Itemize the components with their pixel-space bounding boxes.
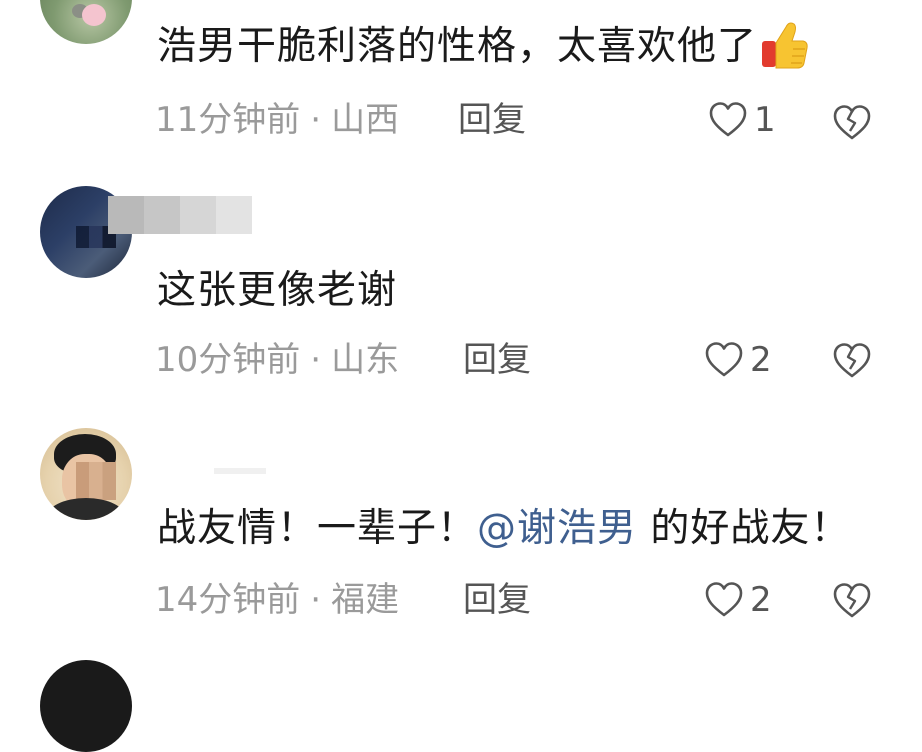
comment-text-content: 浩男干脆利落的性格，太喜欢他了: [157, 24, 758, 69]
meta-separator: ·: [310, 340, 322, 380]
comment-text-content: 的好战友！: [637, 506, 851, 551]
comment-text-content: 战友情！一辈子！: [157, 506, 478, 551]
broken-heart-icon[interactable]: [830, 578, 874, 622]
avatar[interactable]: [40, 0, 132, 44]
avatar[interactable]: [40, 660, 132, 752]
heart-icon: [705, 582, 743, 617]
comment-location: 山西: [331, 100, 400, 140]
username-mosaic: [214, 468, 266, 474]
like-button[interactable]: 2: [704, 338, 772, 382]
heart-icon: [705, 342, 743, 377]
like-count: 1: [754, 100, 776, 140]
comment-text: 战友情！一辈子！@谢浩男 的好战友！: [157, 504, 850, 554]
comment-location: 山东: [331, 340, 400, 380]
comment-text: 浩男干脆利落的性格，太喜欢他了: [157, 22, 809, 75]
avatar[interactable]: [40, 428, 132, 520]
comment-time: 10分钟前: [155, 340, 301, 380]
like-count: 2: [750, 340, 772, 380]
like-count: 2: [750, 580, 772, 620]
meta-separator: ·: [310, 100, 322, 140]
avatar-image: [82, 4, 106, 26]
like-button[interactable]: 1: [708, 98, 776, 142]
username-mosaic: [108, 196, 252, 234]
heart-icon: [709, 102, 747, 137]
comment-time: 11分钟前: [155, 100, 301, 140]
comment-meta: 10分钟前 · 山东: [155, 338, 399, 382]
reply-button[interactable]: 回复: [463, 338, 531, 382]
comment-text: 这张更像老谢: [157, 268, 398, 313]
comment-time: 14分钟前: [155, 580, 301, 620]
meta-separator: ·: [310, 580, 322, 620]
broken-heart-icon[interactable]: [830, 338, 874, 382]
mention-link[interactable]: @谢浩男: [477, 506, 637, 551]
comment-meta: 14分钟前 · 福建: [155, 578, 399, 622]
broken-heart-icon[interactable]: [830, 100, 874, 144]
comment-meta: 11分钟前 · 山西: [155, 98, 399, 142]
avatar-image: [76, 462, 116, 500]
reply-button[interactable]: 回复: [458, 98, 526, 142]
comment-location: 福建: [331, 580, 400, 620]
thumbs-up-icon: [762, 22, 808, 68]
reply-button[interactable]: 回复: [463, 578, 531, 622]
like-button[interactable]: 2: [704, 578, 772, 622]
